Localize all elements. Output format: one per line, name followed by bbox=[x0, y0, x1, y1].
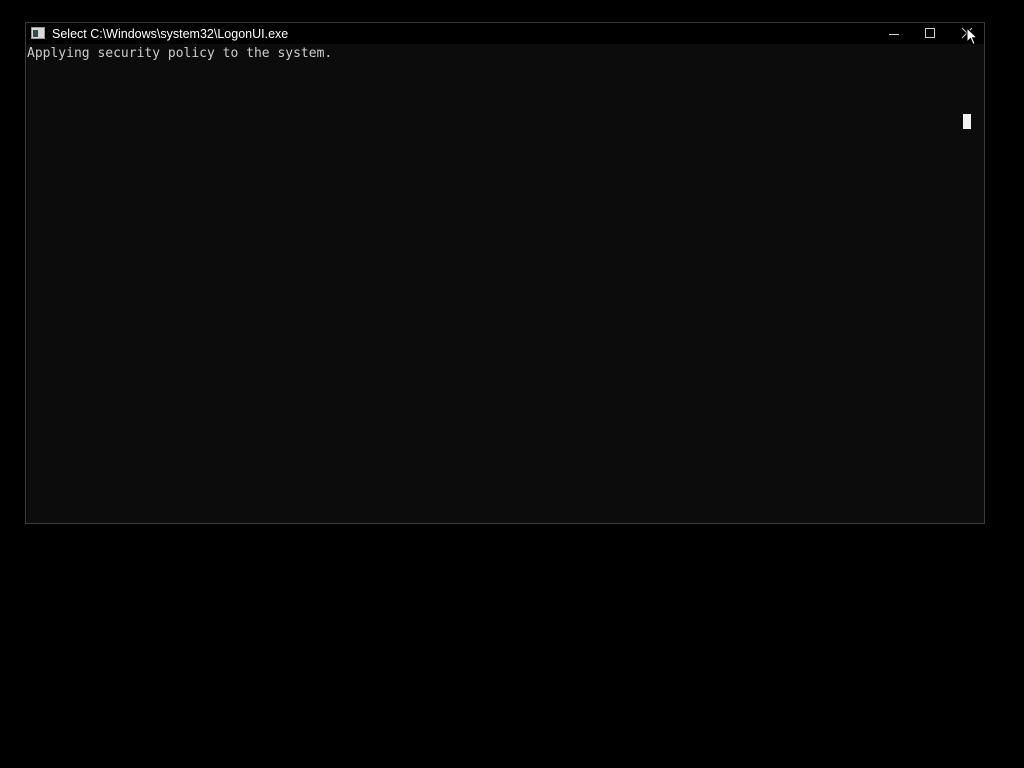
console-output-line: Applying security policy to the system. bbox=[27, 46, 333, 61]
minimize-button[interactable] bbox=[876, 23, 912, 44]
mouse-pointer-icon bbox=[966, 27, 978, 46]
text-cursor-block bbox=[963, 114, 971, 129]
maximize-button[interactable] bbox=[912, 23, 948, 44]
window-title: Select C:\Windows\system32\LogonUI.exe bbox=[52, 27, 289, 41]
maximize-icon bbox=[925, 28, 935, 38]
console-window: Select C:\Windows\system32\LogonUI.exe A… bbox=[25, 22, 985, 524]
console-app-icon[interactable] bbox=[31, 27, 45, 39]
title-bar[interactable]: Select C:\Windows\system32\LogonUI.exe bbox=[26, 23, 984, 44]
console-output-area[interactable]: Applying security policy to the system. bbox=[26, 44, 984, 523]
minimize-icon bbox=[889, 34, 899, 35]
